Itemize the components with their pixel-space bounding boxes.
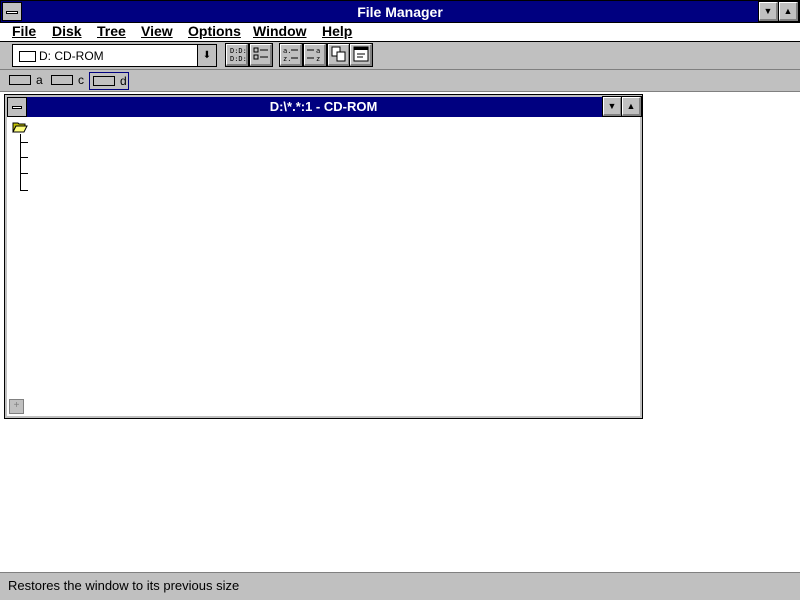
- title-bar: File Manager ▼ ▲: [0, 0, 800, 23]
- drive-c-label: c: [78, 73, 84, 87]
- directory-window-title: D:\*.*:1 - CD-ROM: [269, 99, 378, 114]
- minimize-button[interactable]: ▼: [758, 1, 779, 22]
- floppy-drive-icon: [9, 75, 31, 85]
- toolbar: D: CD-ROM ⬇ D:D: D:D: a. z. az: [0, 42, 800, 70]
- menu-file[interactable]: File: [12, 23, 36, 39]
- svg-text:z: z: [316, 55, 320, 63]
- tree-branch: [20, 190, 28, 191]
- svg-text:z.: z.: [283, 55, 291, 63]
- drive-select[interactable]: D: CD-ROM ⬇: [12, 44, 217, 67]
- sort-by-name-icon: a.z.: [283, 47, 298, 63]
- mdi-client-area: D:\*.*:1 - CD-ROM ▼ ▲ +: [0, 93, 800, 572]
- menu-bar: File Disk Tree View Options Window Help: [0, 23, 800, 42]
- drive-c-button[interactable]: c: [48, 72, 86, 90]
- sort-by-type-button[interactable]: az: [303, 43, 327, 67]
- menu-tree[interactable]: Tree: [97, 23, 126, 39]
- menu-help[interactable]: Help: [322, 23, 352, 39]
- tree-branch: [20, 142, 28, 143]
- tree-branch: [20, 173, 28, 174]
- connect-drive-icon: D:D:D:D:: [230, 47, 247, 63]
- open-folder-icon[interactable]: [12, 121, 28, 133]
- sort-by-type-icon: az: [306, 47, 320, 63]
- window-title: File Manager: [357, 4, 443, 20]
- menu-options[interactable]: Options: [188, 23, 241, 39]
- svg-text:a.: a.: [283, 47, 291, 55]
- directory-window-title-bar[interactable]: D:\*.*:1 - CD-ROM ▼ ▲: [7, 96, 642, 117]
- copy-button[interactable]: [327, 43, 351, 67]
- copy-icon: [331, 46, 345, 62]
- dropdown-arrow-icon[interactable]: ⬇: [197, 45, 216, 66]
- tree-branch: [20, 157, 28, 158]
- menu-window[interactable]: Window: [253, 23, 307, 39]
- properties-icon: [353, 46, 368, 62]
- directory-tree-pane[interactable]: +: [7, 117, 640, 416]
- maximize-button[interactable]: ▲: [778, 1, 799, 22]
- properties-button[interactable]: [349, 43, 373, 67]
- drive-d-button[interactable]: d: [89, 72, 129, 90]
- svg-text:a: a: [316, 47, 320, 55]
- menu-view[interactable]: View: [141, 23, 173, 39]
- drive-select-value: D: CD-ROM: [39, 49, 104, 63]
- svg-text:D:D:: D:D:: [230, 55, 246, 63]
- disconnect-drive-button[interactable]: [249, 43, 273, 67]
- svg-text:D:D:: D:D:: [230, 47, 246, 55]
- status-bar: Restores the window to its previous size: [0, 572, 800, 600]
- child-maximize-button[interactable]: ▲: [621, 96, 642, 117]
- status-text: Restores the window to its previous size: [8, 578, 240, 593]
- drive-d-label: d: [120, 74, 127, 88]
- sort-by-name-button[interactable]: a. z.: [279, 43, 303, 67]
- split-handle[interactable]: +: [9, 399, 24, 414]
- drive-a-label: a: [36, 73, 43, 87]
- drive-a-button[interactable]: a: [6, 72, 44, 90]
- connect-drive-button[interactable]: D:D: D:D:: [225, 43, 249, 67]
- hard-drive-icon: [51, 75, 73, 85]
- child-minimize-button[interactable]: ▼: [602, 96, 623, 117]
- disconnect-drive-icon: [253, 47, 268, 60]
- cdrom-drive-icon: [93, 76, 115, 86]
- directory-window[interactable]: D:\*.*:1 - CD-ROM ▼ ▲ +: [4, 94, 643, 419]
- cdrom-drive-icon: [19, 51, 36, 62]
- menu-disk[interactable]: Disk: [52, 23, 82, 39]
- drive-bar: a c d: [0, 70, 800, 92]
